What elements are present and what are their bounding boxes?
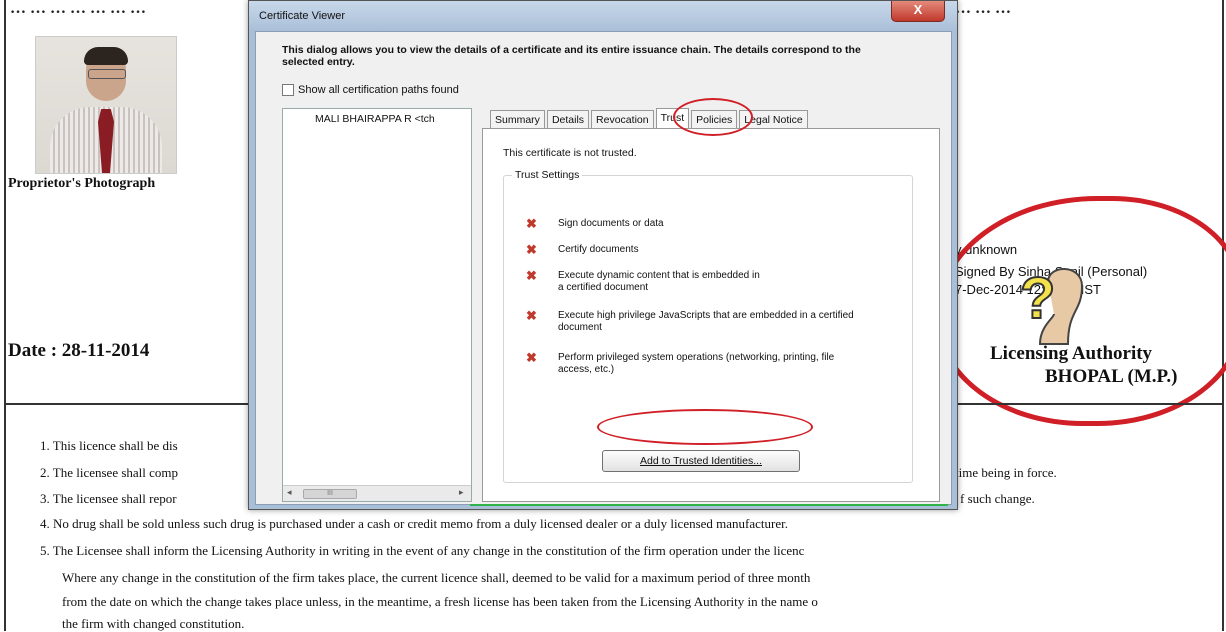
scroll-thumb[interactable]: III [303, 489, 357, 499]
permission-label: Sign documents or data [558, 218, 664, 229]
condition-3-tail: f such change. [960, 491, 1035, 506]
condition-5-continuation-1: Where any change in the constitution of … [62, 570, 811, 585]
certificate-viewer-dialog[interactable]: Certificate Viewer X This dialog allows … [248, 0, 958, 510]
condition-5-continuation-3: the firm with changed constitution. [62, 616, 245, 631]
condition-3: 3. The licensee shall repor [40, 491, 177, 506]
deny-icon: ✖ [526, 308, 537, 323]
document-border-left [4, 0, 6, 631]
trust-tab-highlight-ellipse [673, 98, 753, 136]
permission-label: Certify documents [558, 244, 639, 255]
deny-icon: ✖ [526, 216, 537, 231]
dialog-title: Certificate Viewer [259, 10, 345, 22]
condition-4: 4. No drug shall be sold unless such dru… [40, 516, 788, 531]
document-top-text: … … … … … … … [10, 0, 146, 17]
document-top-text-right: … … … [955, 0, 1011, 17]
dialog-body: This dialog allows you to view the detai… [255, 31, 952, 505]
trust-tab-panel: This certificate is not trusted. Trust S… [482, 128, 940, 502]
show-paths-checkbox-row[interactable]: Show all certification paths found [282, 84, 459, 96]
permission-label: Execute dynamic content that is embedded… [558, 270, 760, 293]
photo-caption: Proprietor's Photograph [8, 176, 156, 191]
condition-2: 2. The licensee shall comp [40, 465, 179, 480]
deny-icon: ✖ [526, 268, 537, 283]
permission-sign: ✖ Sign documents or data [526, 216, 898, 231]
dialog-intro-text: This dialog allows you to view the detai… [282, 44, 861, 68]
add-to-trusted-identities-button[interactable]: Add to Trusted Identities... [602, 450, 800, 472]
condition-2-tail: time being in force. [955, 465, 1057, 480]
trust-status-text: This certificate is not trusted. [503, 147, 637, 159]
scroll-left-arrow-icon[interactable]: ◂ [287, 487, 292, 498]
trust-settings-label: Trust Settings [512, 169, 583, 181]
permission-label: Execute high privilege JavaScripts that … [558, 310, 854, 333]
show-paths-label[interactable]: Show all certification paths found [298, 84, 459, 96]
issue-date: Date : 28-11-2014 [8, 340, 150, 361]
proprietor-photo [35, 36, 177, 174]
condition-5: 5. The Licensee shall inform the Licensi… [40, 543, 805, 558]
dialog-bottom-edge [470, 504, 948, 506]
signature-highlight-ellipse [935, 196, 1226, 426]
permission-certify: ✖ Certify documents [526, 242, 898, 257]
dialog-titlebar[interactable]: Certificate Viewer X [249, 1, 957, 31]
permission-javascript: ✖ Execute high privilege JavaScripts tha… [526, 308, 898, 334]
condition-1: 1. This licence shall be dis [40, 438, 178, 453]
permission-label: Perform privileged system operations (ne… [558, 352, 835, 375]
scroll-right-arrow-icon[interactable]: ▸ [459, 487, 464, 498]
add-button-highlight-ellipse [597, 409, 813, 445]
condition-5-continuation-2: from the date on which the change takes … [62, 594, 818, 609]
permission-system-operations: ✖ Perform privileged system operations (… [526, 350, 858, 376]
tree-item-certificate[interactable]: MALI BHAIRAPPA R <tch [315, 113, 435, 125]
deny-icon: ✖ [526, 242, 537, 257]
close-button[interactable]: X [891, 1, 945, 22]
certificate-chain-tree[interactable]: MALI BHAIRAPPA R <tch ◂ III ▸ [282, 108, 472, 502]
tree-horizontal-scrollbar[interactable]: ◂ III ▸ [283, 485, 471, 501]
permission-dynamic-content: ✖ Execute dynamic content that is embedd… [526, 268, 768, 294]
deny-icon: ✖ [526, 350, 537, 365]
show-paths-checkbox[interactable] [282, 84, 294, 96]
